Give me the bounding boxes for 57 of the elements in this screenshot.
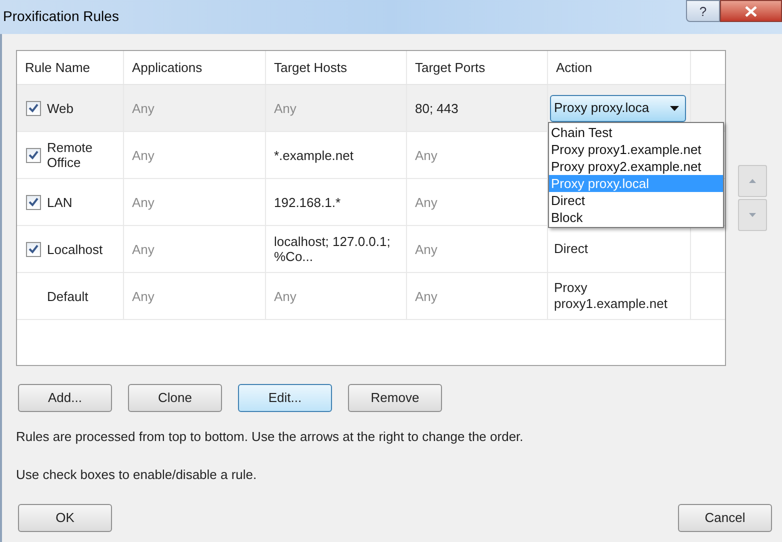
action-cell-text: Direct	[553, 241, 588, 257]
action-button[interactable]: Add...	[18, 384, 112, 412]
applications-cell: Any	[132, 148, 154, 162]
action-cell-text: Proxy proxy1.example.net	[553, 280, 668, 312]
help-text: Use check boxes to enable/disable a rule.	[16, 466, 258, 484]
rule-name: Default	[47, 288, 88, 304]
target-ports-cell: 80; 443	[415, 100, 458, 116]
close-icon	[745, 6, 757, 16]
dropdown-option[interactable]: Block	[549, 209, 723, 226]
rule-name: Web	[47, 100, 74, 116]
target-hosts-cell: Any	[274, 288, 296, 304]
checkbox[interactable]	[26, 194, 41, 210]
dropdown-option[interactable]: Direct	[549, 192, 723, 209]
dropdown-option[interactable]: Proxy proxy1.example.net	[549, 141, 723, 158]
check-icon	[28, 103, 39, 113]
window-title: Proxification Rules	[2, 7, 119, 26]
checkbox[interactable]	[26, 242, 41, 256]
target-hosts-cell: *.example.net	[274, 148, 354, 162]
caret-icon	[670, 106, 679, 110]
target-hosts-cell: 192.168.1.*	[274, 194, 341, 210]
target-hosts-cell-text: localhost; 127.0.0.1; %Co...	[274, 234, 392, 264]
checkbox[interactable]	[26, 148, 41, 162]
check-icon	[28, 197, 39, 207]
close-button[interactable]	[720, 0, 782, 22]
target-ports-cell: Any	[415, 194, 438, 210]
column-header[interactable]: Action	[556, 58, 592, 78]
column-header[interactable]: Target Ports	[415, 58, 486, 78]
help-button[interactable]: ?	[686, 0, 720, 22]
checkbox[interactable]	[26, 100, 41, 116]
check-icon	[28, 244, 39, 254]
column-header[interactable]: Rule Name	[25, 58, 90, 78]
target-ports-cell: Any	[415, 242, 438, 256]
applications-cell: Any	[132, 194, 154, 210]
target-ports-cell: Any	[415, 288, 438, 304]
down-arrow-icon	[749, 213, 756, 217]
action-button[interactable]: Edit...	[238, 384, 332, 412]
column-header[interactable]: Target Hosts	[274, 58, 347, 78]
rule-name: Remote Office	[47, 140, 94, 170]
applications-cell: Any	[132, 288, 154, 304]
action-dropdown[interactable]: Proxy proxy.loca	[550, 94, 686, 122]
target-hosts-cell: Any	[274, 100, 296, 116]
help-text: Rules are processed from top to bottom. Use the arrows at the right to change the order.	[16, 428, 524, 446]
target-ports-cell: Any	[415, 148, 438, 162]
rule-name: Localhost	[47, 242, 103, 256]
rule-row[interactable]: Default Any Any Any Proxy proxy1.example.net	[17, 273, 725, 320]
applications-cell: Any	[132, 242, 154, 256]
action-button[interactable]: Clone	[128, 384, 222, 412]
rule-name: LAN	[47, 194, 72, 210]
column-header[interactable]: Applications	[132, 58, 202, 78]
check-icon	[28, 150, 39, 160]
applications-cell: Any	[132, 100, 154, 116]
action-button[interactable]: Remove	[348, 384, 442, 412]
ok-button[interactable]: OK	[18, 504, 112, 532]
up-arrow-icon	[749, 179, 756, 183]
rule-row[interactable]: Localhost Any localhost; 127.0.0.1; %Co... Any Direct	[17, 226, 725, 273]
dropdown-option[interactable]: Proxy proxy2.example.net	[549, 158, 723, 175]
cancel-button[interactable]: Cancel	[678, 504, 772, 532]
